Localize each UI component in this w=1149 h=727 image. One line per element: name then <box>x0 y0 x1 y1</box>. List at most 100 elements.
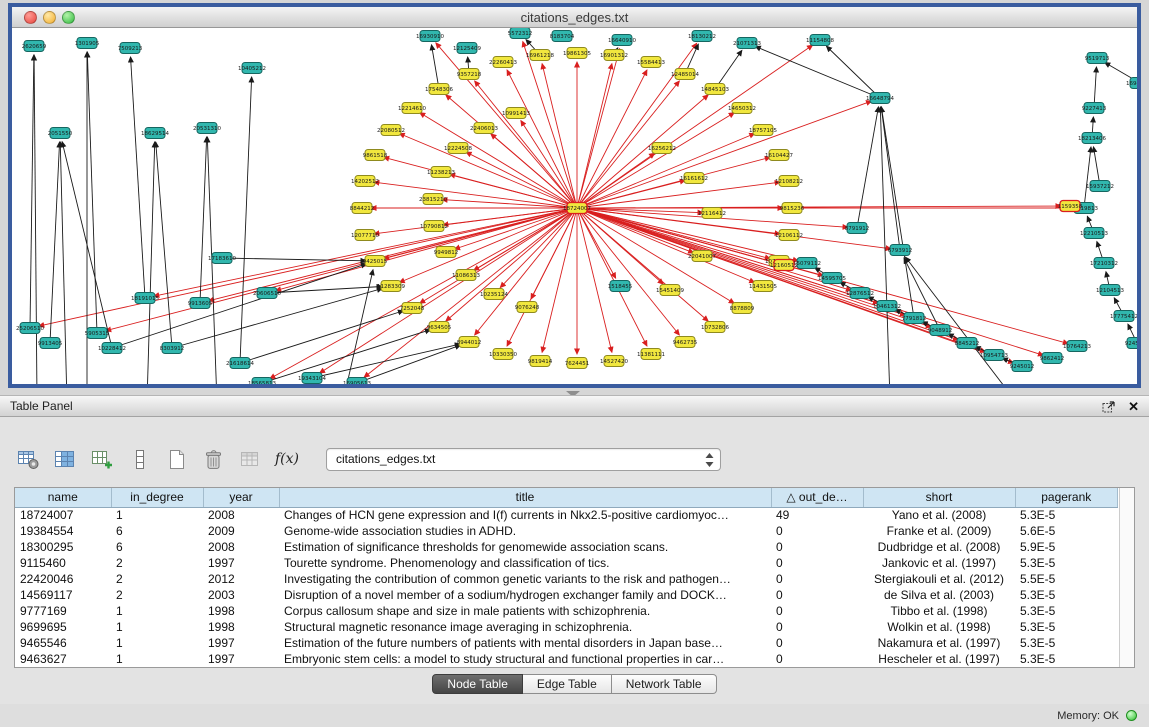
graph-edge[interactable] <box>420 113 577 208</box>
table-cell[interactable]: Yano et al. (2008) <box>863 507 1015 523</box>
column-header-name[interactable]: name <box>15 488 111 507</box>
graph-edge[interactable] <box>826 46 880 98</box>
graph-edge[interactable] <box>131 57 145 298</box>
delete-table-icon[interactable] <box>201 447 225 471</box>
table-row[interactable]: 969969511998Structural magnetic resonanc… <box>15 619 1118 635</box>
table-row[interactable]: 1938455462009Genome-wide association stu… <box>15 523 1118 539</box>
table-cell[interactable]: Investigating the contribution of common… <box>279 571 771 587</box>
table-row[interactable]: 977716911998Corpus callosum shape and si… <box>15 603 1118 619</box>
graph-edge[interactable] <box>267 287 382 293</box>
table-cell[interactable]: Estimation of the future numbers of pati… <box>279 635 771 651</box>
table-cell[interactable]: 0 <box>771 587 863 603</box>
memory-indicator-icon[interactable] <box>1126 710 1137 721</box>
network-table-selector[interactable]: citations_edges.txt <box>326 448 721 471</box>
table-cell[interactable]: 14569117 <box>15 587 111 603</box>
table-cell[interactable]: 5.3E-5 <box>1015 555 1118 571</box>
table-cell[interactable]: 9115460 <box>15 555 111 571</box>
column-header-in_degree[interactable]: in_degree <box>111 488 203 507</box>
column-header-short[interactable]: short <box>863 488 1015 507</box>
network-canvas[interactable]: 9815236121061121074619711431505887880910… <box>12 28 1137 384</box>
table-cell[interactable]: 2008 <box>203 539 279 555</box>
table-cell[interactable]: 5.3E-5 <box>1015 619 1118 635</box>
table-cell[interactable]: Corpus callosum shape and size in male p… <box>279 603 771 619</box>
graph-edge[interactable] <box>87 52 97 333</box>
select-columns-icon[interactable] <box>53 447 77 471</box>
table-cell[interactable]: 6 <box>111 523 203 539</box>
tab-network-table[interactable]: Network Table <box>612 674 717 694</box>
graph-edge[interactable] <box>60 142 67 384</box>
table-cell[interactable]: 5.3E-5 <box>1015 651 1118 667</box>
table-cell[interactable]: 2 <box>111 555 203 571</box>
graph-edge[interactable] <box>880 107 890 384</box>
table-cell[interactable]: Jankovic et al. (1997) <box>863 555 1015 571</box>
table-cell[interactable]: 9699695 <box>15 619 111 635</box>
table-cell[interactable]: 1 <box>111 507 203 523</box>
graph-edge[interactable] <box>200 137 207 303</box>
table-cell[interactable]: 5.3E-5 <box>1015 587 1118 603</box>
table-cell[interactable]: Dudbridge et al. (2008) <box>863 539 1015 555</box>
graph-edge[interactable] <box>521 121 577 208</box>
graph-edge[interactable] <box>577 208 775 263</box>
table-cell[interactable]: 0 <box>771 619 863 635</box>
table-cell[interactable]: 1998 <box>203 619 279 635</box>
table-cell[interactable]: 9463627 <box>15 651 111 667</box>
column-header-title[interactable]: title <box>279 488 771 507</box>
table-cell[interactable]: 1997 <box>203 635 279 651</box>
table-row[interactable]: 946554611997Estimation of the future num… <box>15 635 1118 651</box>
graph-edge[interactable] <box>857 107 878 228</box>
table-cell[interactable]: Embryonic stem cells: a model to study s… <box>279 651 771 667</box>
graph-edge[interactable] <box>432 45 439 89</box>
table-cell[interactable]: 5.6E-5 <box>1015 523 1118 539</box>
table-cell[interactable]: Tibbo et al. (1998) <box>863 603 1015 619</box>
table-row[interactable]: 1872400712008Changes of HCN gene express… <box>15 507 1118 523</box>
table-cell[interactable]: Disruption of a novel member of a sodium… <box>279 587 771 603</box>
table-cell[interactable]: 2008 <box>203 507 279 523</box>
edit-table-icon[interactable] <box>90 447 114 471</box>
table-row[interactable]: 1830029562008Estimation of significance … <box>15 539 1118 555</box>
table-cell[interactable]: Wolkin et al. (1998) <box>863 619 1015 635</box>
network-view[interactable]: 9815236121061121074619711431505887880910… <box>12 28 1137 384</box>
table-cell[interactable]: 0 <box>771 539 863 555</box>
table-cell[interactable]: 5.3E-5 <box>1015 603 1118 619</box>
table-cell[interactable]: Estimation of significance thresholds fo… <box>279 539 771 555</box>
table-cell[interactable]: 22420046 <box>15 571 111 587</box>
table-cell[interactable]: 1 <box>111 651 203 667</box>
table-cell[interactable]: 2003 <box>203 587 279 603</box>
table-cell[interactable]: Changes of HCN gene expression and I(f) … <box>279 507 771 523</box>
graph-edge[interactable] <box>577 113 734 208</box>
graph-edge[interactable] <box>240 77 252 363</box>
table-cell[interactable]: de Silva et al. (2003) <box>863 587 1015 603</box>
graph-edge[interactable] <box>455 208 577 249</box>
table-settings-icon[interactable] <box>16 447 40 471</box>
table-cell[interactable]: 2 <box>111 587 203 603</box>
table-cell[interactable]: 2009 <box>203 523 279 539</box>
graph-edge[interactable] <box>30 55 34 328</box>
graph-edge[interactable] <box>34 55 37 384</box>
table-row[interactable]: 2242004622012Investigating the contribut… <box>15 571 1118 587</box>
graph-edge[interactable] <box>364 208 577 377</box>
import-table-icon[interactable] <box>238 447 262 471</box>
table-cell[interactable]: Stergiakouli et al. (2012) <box>863 571 1015 587</box>
table-cell[interactable]: 2 <box>111 571 203 587</box>
tab-node-table[interactable]: Node Table <box>432 674 523 694</box>
table-cell[interactable]: 0 <box>771 603 863 619</box>
table-cell[interactable]: 9777169 <box>15 603 111 619</box>
new-document-icon[interactable] <box>164 447 188 471</box>
table-cell[interactable]: 5.3E-5 <box>1015 507 1118 523</box>
table-cell[interactable]: 2012 <box>203 571 279 587</box>
close-window-button[interactable] <box>24 11 37 24</box>
table-cell[interactable]: Hescheler et al. (1997) <box>863 651 1015 667</box>
table-cell[interactable]: Tourette syndrome. Phenomenology and cla… <box>279 555 771 571</box>
graph-edge[interactable] <box>577 49 620 208</box>
table-row[interactable]: 1456911722003Disruption of a novel membe… <box>15 587 1118 603</box>
column-header-year[interactable]: year <box>203 488 279 507</box>
minimize-window-button[interactable] <box>43 11 56 24</box>
graph-edge[interactable] <box>312 344 460 378</box>
table-cell[interactable]: 18300295 <box>15 539 111 555</box>
window-titlebar[interactable]: citations_edges.txt <box>12 7 1137 28</box>
tab-edge-table[interactable]: Edge Table <box>523 674 612 694</box>
table-cell[interactable]: 9465546 <box>15 635 111 651</box>
graph-edge[interactable] <box>577 208 1043 355</box>
table-cell[interactable]: 0 <box>771 651 863 667</box>
table-cell[interactable]: 0 <box>771 635 863 651</box>
